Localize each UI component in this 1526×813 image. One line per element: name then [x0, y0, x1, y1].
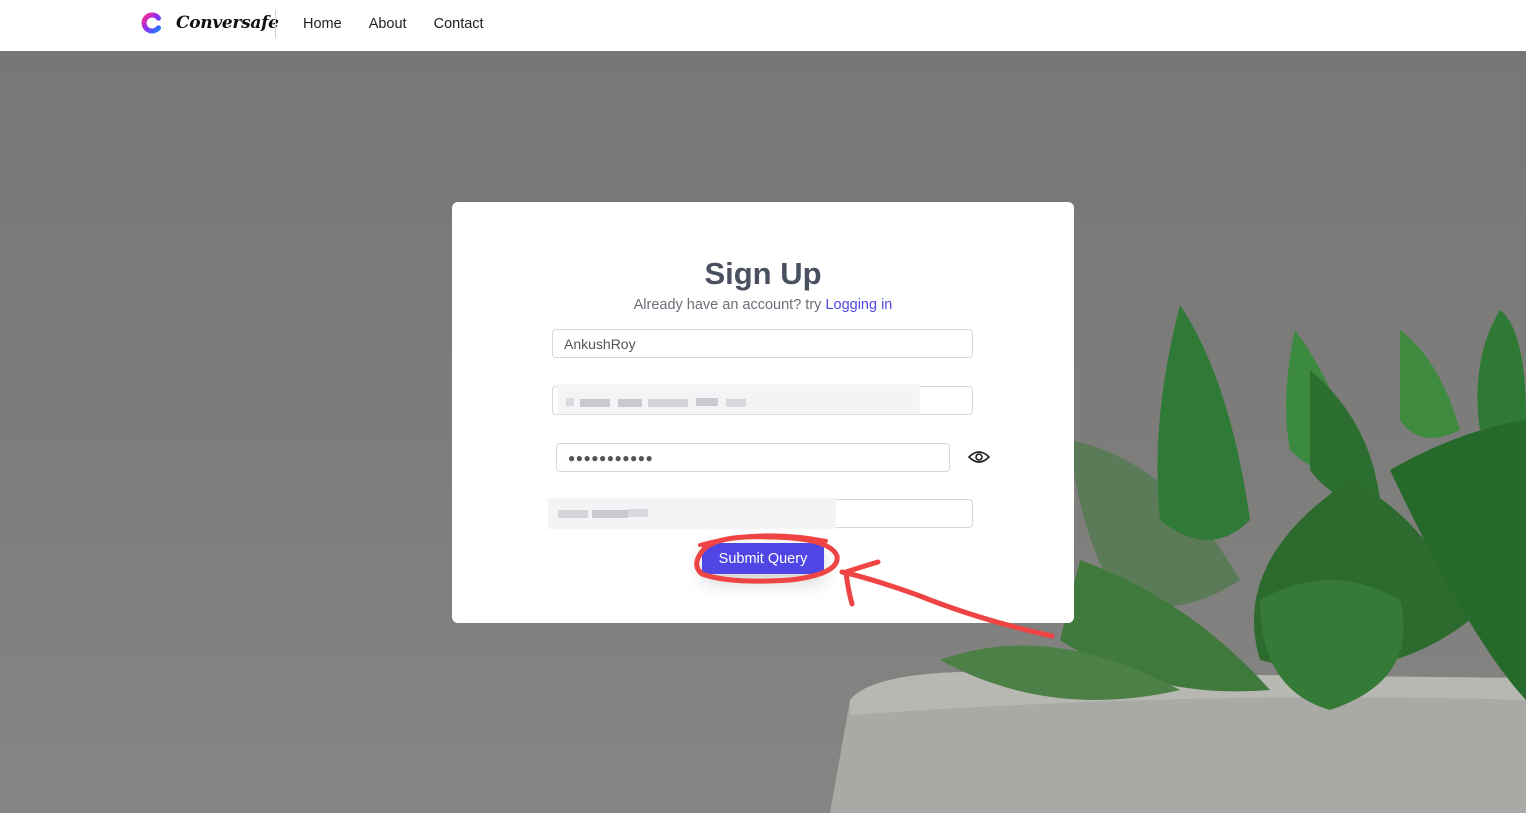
nav-links: Home About Contact [303, 16, 484, 32]
nav-about-link[interactable]: About [369, 16, 407, 32]
brand[interactable]: Conversafe [141, 12, 279, 34]
signup-card: Sign Up Already have an account? try Log… [452, 202, 1074, 623]
username-value: AnkushRoy [564, 335, 636, 352]
email-redaction-pixels [580, 399, 610, 407]
signup-title: Sign Up [704, 256, 822, 291]
top-navbar: Conversafe Home About Contact [0, 0, 1526, 51]
confirm-redaction-pixels [592, 510, 628, 518]
login-prompt-text: Already have an account? try [633, 297, 826, 313]
nav-home-link[interactable]: Home [303, 16, 342, 32]
password-field[interactable]: ●●●●●●●●●●● [556, 443, 950, 472]
brand-name: Conversafe [176, 13, 279, 33]
confirm-redaction-pixels [628, 509, 648, 517]
email-redaction-pixels [648, 399, 688, 407]
confirm-redaction-pixels [558, 510, 588, 518]
login-prompt: Already have an account? try Logging in [452, 297, 1074, 313]
eye-icon[interactable] [967, 448, 991, 466]
email-redaction-pixels [696, 398, 718, 406]
submit-button[interactable]: Submit Query [702, 543, 824, 574]
nav-contact-link[interactable]: Contact [434, 16, 484, 32]
conversafe-logo-icon [141, 12, 161, 34]
email-redaction-pixels [618, 399, 642, 407]
login-link[interactable]: Logging in [825, 297, 892, 313]
nav-divider [275, 10, 276, 38]
username-field[interactable]: AnkushRoy [552, 329, 973, 358]
email-redaction-pixels [726, 399, 746, 407]
email-redaction-pixels [566, 398, 574, 406]
password-mask: ●●●●●●●●●●● [568, 450, 654, 465]
